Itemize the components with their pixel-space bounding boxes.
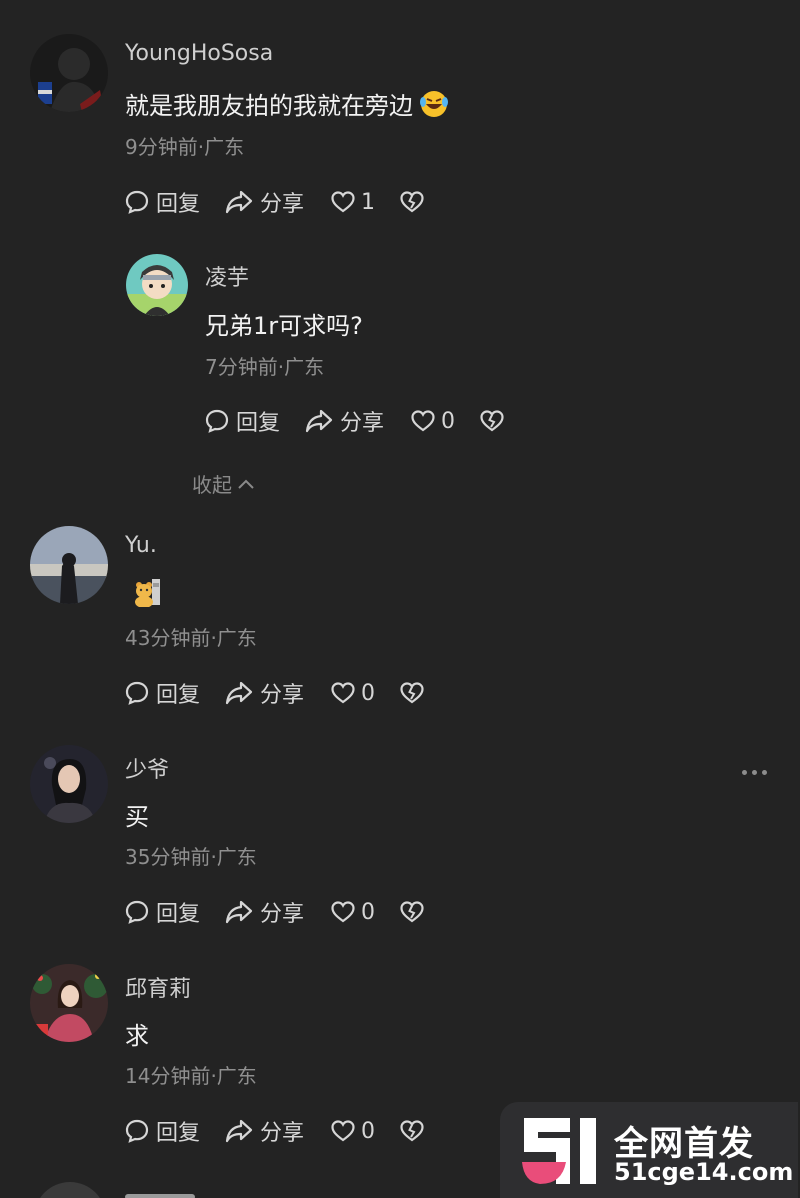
comment-actions: 回复 分享 0 — [204, 405, 505, 437]
reply-label: 回复 — [156, 192, 201, 217]
share-label: 分享 — [260, 192, 305, 217]
comment-text: 买 — [125, 803, 149, 831]
username[interactable]: YoungHoSosa — [125, 41, 273, 66]
comment-bubble-icon — [125, 190, 149, 214]
dislike-button[interactable] — [399, 1119, 425, 1143]
collapse-replies-button[interactable]: 收起 — [192, 469, 256, 498]
comment-actions: 回复 分享 0 — [124, 677, 425, 709]
username[interactable]: 少爷 — [125, 752, 169, 784]
laughing-tears-emoji — [420, 91, 448, 117]
like-count: 0 — [361, 899, 376, 925]
avatar[interactable] — [30, 34, 108, 112]
broken-heart-icon — [400, 1120, 424, 1142]
comment-bubble-icon — [205, 409, 229, 433]
share-button[interactable]: 分享 — [224, 186, 304, 218]
watermark-badge: 全网首发 51cge14.com — [500, 1102, 798, 1198]
like-count: 0 — [361, 680, 376, 706]
comment-actions: 回复 分享 0 — [124, 1115, 425, 1147]
comment-meta: 14分钟前·广东 — [125, 1064, 257, 1088]
comment-meta: 7分钟前·广东 — [205, 355, 325, 379]
comment-actions: 回复 分享 1 — [124, 186, 425, 218]
comment-text: 求 — [125, 1022, 149, 1050]
dislike-button[interactable] — [399, 190, 425, 214]
dislike-button[interactable] — [479, 409, 505, 433]
share-label: 分享 — [340, 411, 385, 436]
like-button[interactable]: 1 — [330, 190, 375, 215]
reply-button[interactable]: 回复 — [124, 186, 200, 218]
heart-icon — [331, 191, 355, 213]
comment-list-page: YoungHoSosa 就是我朋友拍的我就在旁边 9分钟前·广东 回复 分享 1… — [0, 0, 800, 1198]
username-partial-bar — [125, 1194, 195, 1198]
heart-icon — [331, 682, 355, 704]
share-label: 分享 — [260, 902, 305, 927]
heart-icon — [411, 410, 435, 432]
comment-text: 就是我朋友拍的我就在旁边 — [125, 86, 449, 121]
comment-meta: 43分钟前·广东 — [125, 626, 257, 650]
share-label: 分享 — [260, 1121, 305, 1146]
more-dots-icon — [742, 770, 747, 775]
comment-bubble-icon — [125, 1119, 149, 1143]
reply-button[interactable]: 回复 — [124, 677, 200, 709]
username[interactable]: Yu. — [125, 533, 157, 558]
comment-bubble-icon — [125, 681, 149, 705]
like-button[interactable]: 0 — [330, 1119, 375, 1144]
broken-heart-icon — [480, 410, 504, 432]
like-count: 0 — [361, 1118, 376, 1144]
username[interactable]: 邱育莉 — [125, 971, 191, 1003]
avatar[interactable] — [30, 745, 108, 823]
broken-heart-icon — [400, 682, 424, 704]
broken-heart-icon — [400, 901, 424, 923]
reply-button[interactable]: 回复 — [124, 1115, 200, 1147]
like-button[interactable]: 0 — [330, 900, 375, 925]
reply-button[interactable]: 回复 — [204, 405, 280, 437]
share-arrow-icon — [305, 409, 333, 433]
comment-text: 兄弟1r可求吗? — [205, 312, 363, 340]
share-button[interactable]: 分享 — [224, 677, 304, 709]
broken-heart-icon — [400, 191, 424, 213]
like-button[interactable]: 0 — [330, 681, 375, 706]
more-dots-icon — [762, 770, 767, 775]
reply-label: 回复 — [156, 683, 201, 708]
avatar[interactable] — [30, 526, 108, 604]
comment-text — [132, 577, 162, 613]
share-button[interactable]: 分享 — [224, 896, 304, 928]
reply-label: 回复 — [236, 411, 281, 436]
like-button[interactable]: 0 — [410, 409, 455, 434]
avatar[interactable] — [126, 254, 188, 316]
dislike-button[interactable] — [399, 681, 425, 705]
watermark-url: 51cge14.com — [614, 1158, 794, 1186]
heart-icon — [331, 1120, 355, 1142]
like-count: 0 — [441, 408, 456, 434]
share-button[interactable]: 分享 — [224, 1115, 304, 1147]
more-dots-icon — [752, 770, 757, 775]
dislike-button[interactable] — [399, 900, 425, 924]
username[interactable]: 凌芋 — [205, 260, 249, 292]
share-arrow-icon — [225, 1119, 253, 1143]
chevron-up-icon — [238, 479, 254, 489]
share-arrow-icon — [225, 681, 253, 705]
collapse-label: 收起 — [192, 473, 232, 497]
like-count: 1 — [361, 189, 376, 215]
avatar[interactable] — [34, 1182, 106, 1198]
share-button[interactable]: 分享 — [304, 405, 384, 437]
username-partial — [125, 1188, 215, 1198]
reply-label: 回复 — [156, 1121, 201, 1146]
comment-actions: 回复 分享 0 — [124, 896, 425, 928]
more-options-button[interactable] — [742, 770, 767, 775]
comment-text-content: 就是我朋友拍的我就在旁边 — [125, 92, 413, 120]
avatar[interactable] — [30, 964, 108, 1042]
share-arrow-icon — [225, 900, 253, 924]
comment-meta: 35分钟前·广东 — [125, 845, 257, 869]
share-label: 分享 — [260, 683, 305, 708]
share-arrow-icon — [225, 190, 253, 214]
reply-label: 回复 — [156, 902, 201, 927]
heart-icon — [331, 901, 355, 923]
site-logo-icon — [522, 1118, 596, 1184]
bear-sticker-emoji — [135, 579, 160, 608]
comment-meta: 9分钟前·广东 — [125, 135, 245, 159]
comment-bubble-icon — [125, 900, 149, 924]
reply-button[interactable]: 回复 — [124, 896, 200, 928]
